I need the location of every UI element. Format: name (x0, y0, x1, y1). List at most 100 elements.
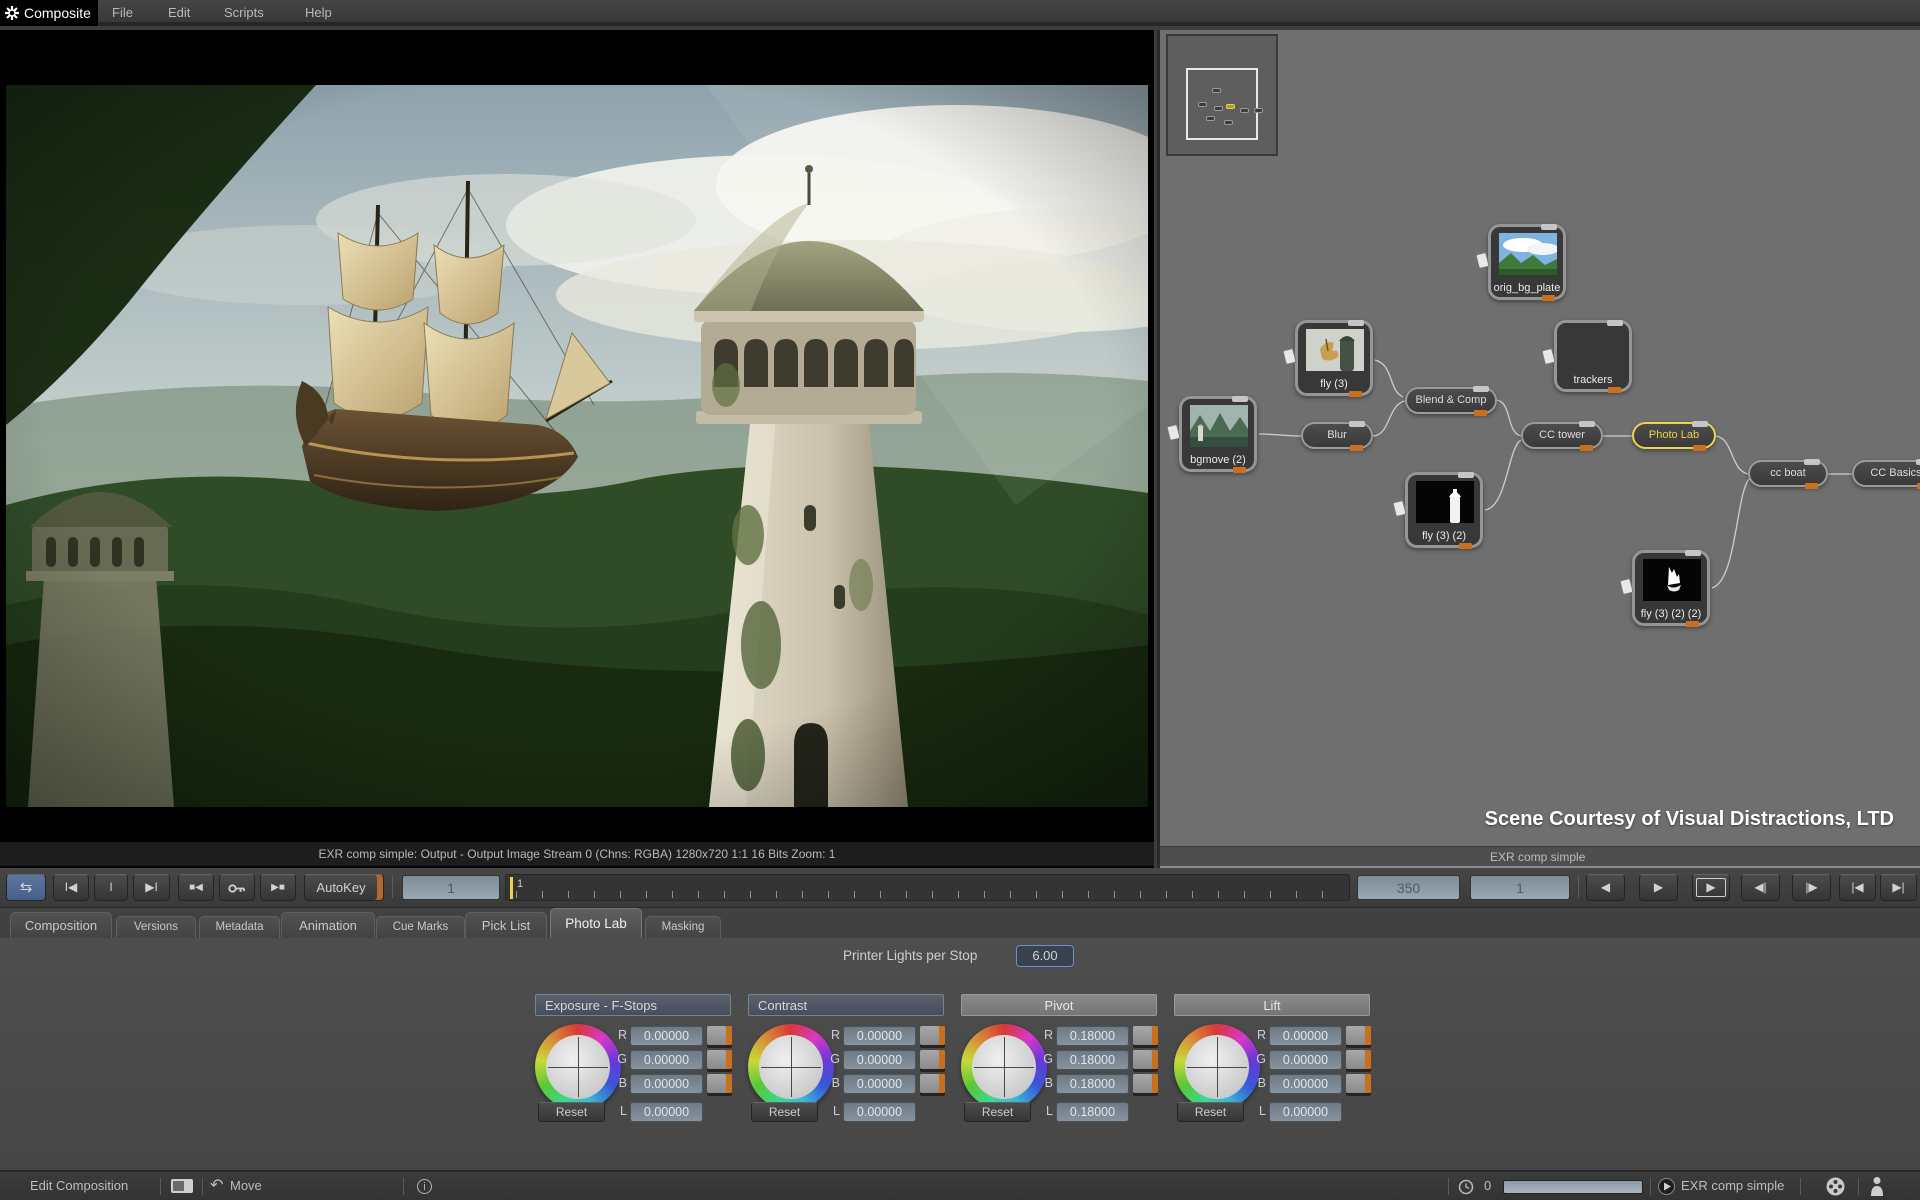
node-blur[interactable]: Blur (1301, 422, 1373, 449)
user-icon[interactable] (1870, 1176, 1884, 1196)
color-wheel[interactable] (748, 1024, 834, 1110)
b-anim-button[interactable] (1133, 1074, 1158, 1093)
node-fly-3-2[interactable]: fly (3) (2) (1405, 472, 1483, 548)
lift-b-field[interactable]: 0.00000 (1269, 1074, 1342, 1094)
minimap-view-rect[interactable] (1186, 68, 1258, 140)
node-trackers[interactable]: trackers (1554, 320, 1632, 392)
color-wheel[interactable] (1174, 1024, 1260, 1110)
color-wheel-crosshair[interactable] (1185, 1035, 1249, 1099)
color-wheel-crosshair[interactable] (546, 1035, 610, 1099)
menu-file[interactable]: File (112, 0, 133, 26)
exposure-b-field[interactable]: 0.00000 (630, 1074, 703, 1094)
tab-photo-lab-active[interactable]: Photo Lab (550, 908, 642, 938)
r-anim-button[interactable] (1346, 1026, 1371, 1045)
g-anim-button[interactable] (707, 1050, 732, 1069)
tab-metadata[interactable]: Metadata (199, 916, 280, 938)
node-graph-tab-bar[interactable]: EXR comp simple (1160, 846, 1920, 868)
lift-r-field[interactable]: 0.00000 (1269, 1026, 1342, 1046)
step-forward-button[interactable]: |▶ (1792, 874, 1831, 901)
g-anim-button[interactable] (1133, 1050, 1158, 1069)
prev-keyframe-button[interactable]: ■◀ (178, 874, 214, 901)
tab-masking[interactable]: Masking (645, 916, 721, 938)
go-to-out-button[interactable]: ▶I (133, 874, 170, 901)
r-anim-button[interactable] (920, 1026, 945, 1045)
node-photo-lab-selected[interactable]: Photo Lab (1632, 422, 1716, 449)
end-frame-field[interactable]: 350 (1357, 875, 1460, 900)
autokey-toggle[interactable]: AutoKey (304, 874, 384, 901)
contrast-reset-button[interactable]: Reset (751, 1102, 818, 1122)
tab-versions[interactable]: Versions (116, 916, 196, 938)
lift-reset-button[interactable]: Reset (1177, 1102, 1244, 1122)
node-fly-3-2-2[interactable]: fly (3) (2) (2) (1632, 550, 1710, 626)
app-logo[interactable]: Composite (0, 0, 98, 26)
group-title[interactable]: Exposure - F-Stops (535, 994, 731, 1016)
node-cc-boat[interactable]: cc boat (1748, 460, 1828, 487)
node-orig-bg-plate[interactable]: orig_bg_plate (1488, 224, 1566, 300)
node-cc-basics[interactable]: CC Basics (1852, 460, 1920, 487)
g-anim-button[interactable] (920, 1050, 945, 1069)
set-mark-button[interactable]: I (94, 874, 128, 901)
menu-scripts[interactable]: Scripts (224, 0, 264, 26)
set-keyframe-button[interactable] (219, 874, 255, 901)
r-anim-button[interactable] (1133, 1026, 1158, 1045)
play-reverse-button[interactable]: ◀ (1586, 874, 1625, 901)
color-wheel-crosshair[interactable] (759, 1035, 823, 1099)
node-cc-tower[interactable]: CC tower (1521, 422, 1603, 449)
r-anim-button[interactable] (707, 1026, 732, 1045)
jump-to-start-button[interactable]: |◀ (1839, 874, 1876, 901)
info-icon[interactable]: i (417, 1179, 432, 1194)
b-anim-button[interactable] (920, 1074, 945, 1093)
pivot-g-field[interactable]: 0.18000 (1056, 1050, 1129, 1070)
printer-lights-field[interactable]: 6.00 (1016, 945, 1074, 967)
contrast-r-field[interactable]: 0.00000 (843, 1026, 916, 1046)
go-to-in-button[interactable]: I◀ (53, 874, 89, 901)
jump-to-end-button[interactable]: ▶| (1880, 874, 1917, 901)
frame-step-field[interactable]: 1 (1470, 875, 1570, 900)
contrast-b-field[interactable]: 0.00000 (843, 1074, 916, 1094)
color-wheel-crosshair[interactable] (972, 1035, 1036, 1099)
layout-monitor-icon[interactable] (170, 1178, 194, 1194)
contrast-g-field[interactable]: 0.00000 (843, 1050, 916, 1070)
node-bgmove-2[interactable]: bgmove (2) (1179, 396, 1257, 472)
exposure-g-field[interactable]: 0.00000 (630, 1050, 703, 1070)
node-graph-tab-label[interactable]: EXR comp simple (1490, 847, 1585, 867)
pivot-b-field[interactable]: 0.18000 (1056, 1074, 1129, 1094)
pivot-r-field[interactable]: 0.18000 (1056, 1026, 1129, 1046)
contrast-l-field[interactable]: 0.00000 (843, 1102, 916, 1122)
current-frame-field[interactable]: 1 (402, 875, 500, 900)
tab-pick-list[interactable]: Pick List (465, 912, 547, 938)
render-reel-icon[interactable] (1826, 1177, 1845, 1196)
group-title[interactable]: Contrast (748, 994, 944, 1016)
play-status-icon[interactable] (1658, 1178, 1675, 1195)
node-graph-minimap[interactable] (1166, 34, 1278, 156)
lift-l-field[interactable]: 0.00000 (1269, 1102, 1342, 1122)
node-graph-pane[interactable]: orig_bg_plate fly (3) trackers Blend & C… (1157, 30, 1920, 868)
b-anim-button[interactable] (1346, 1074, 1371, 1093)
timeline-ruler[interactable]: 1 (505, 874, 1350, 901)
exposure-l-field[interactable]: 0.00000 (630, 1102, 703, 1122)
menu-edit[interactable]: Edit (168, 0, 190, 26)
active-comp-label[interactable]: EXR comp simple (1681, 1172, 1784, 1200)
color-wheel[interactable] (535, 1024, 621, 1110)
exposure-reset-button[interactable]: Reset (538, 1102, 605, 1122)
timeline-playhead[interactable] (510, 877, 513, 899)
pivot-reset-button[interactable]: Reset (964, 1102, 1031, 1122)
group-title[interactable]: Lift (1174, 994, 1370, 1016)
viewer-pane[interactable]: EXR comp simple: Output - Output Image S… (0, 30, 1154, 868)
node-blend-comp[interactable]: Blend & Comp (1405, 387, 1497, 414)
exposure-r-field[interactable]: 0.00000 (630, 1026, 703, 1046)
b-anim-button[interactable] (707, 1074, 732, 1093)
pivot-l-field[interactable]: 0.18000 (1056, 1102, 1129, 1122)
node-fly-3[interactable]: fly (3) (1295, 320, 1373, 396)
lift-g-field[interactable]: 0.00000 (1269, 1050, 1342, 1070)
g-anim-button[interactable] (1346, 1050, 1371, 1069)
tab-animation[interactable]: Animation (281, 912, 375, 938)
next-keyframe-button[interactable]: ▶■ (260, 874, 296, 901)
color-wheel[interactable] (961, 1024, 1047, 1110)
step-back-button[interactable]: ◀| (1741, 874, 1780, 901)
play-once-button[interactable]: ▶ (1692, 874, 1730, 901)
menu-help[interactable]: Help (305, 0, 332, 26)
group-title[interactable]: Pivot (961, 994, 1157, 1016)
pan-cycle-button[interactable]: ⇆ (6, 874, 46, 901)
play-forward-button[interactable]: ▶ (1639, 874, 1678, 901)
